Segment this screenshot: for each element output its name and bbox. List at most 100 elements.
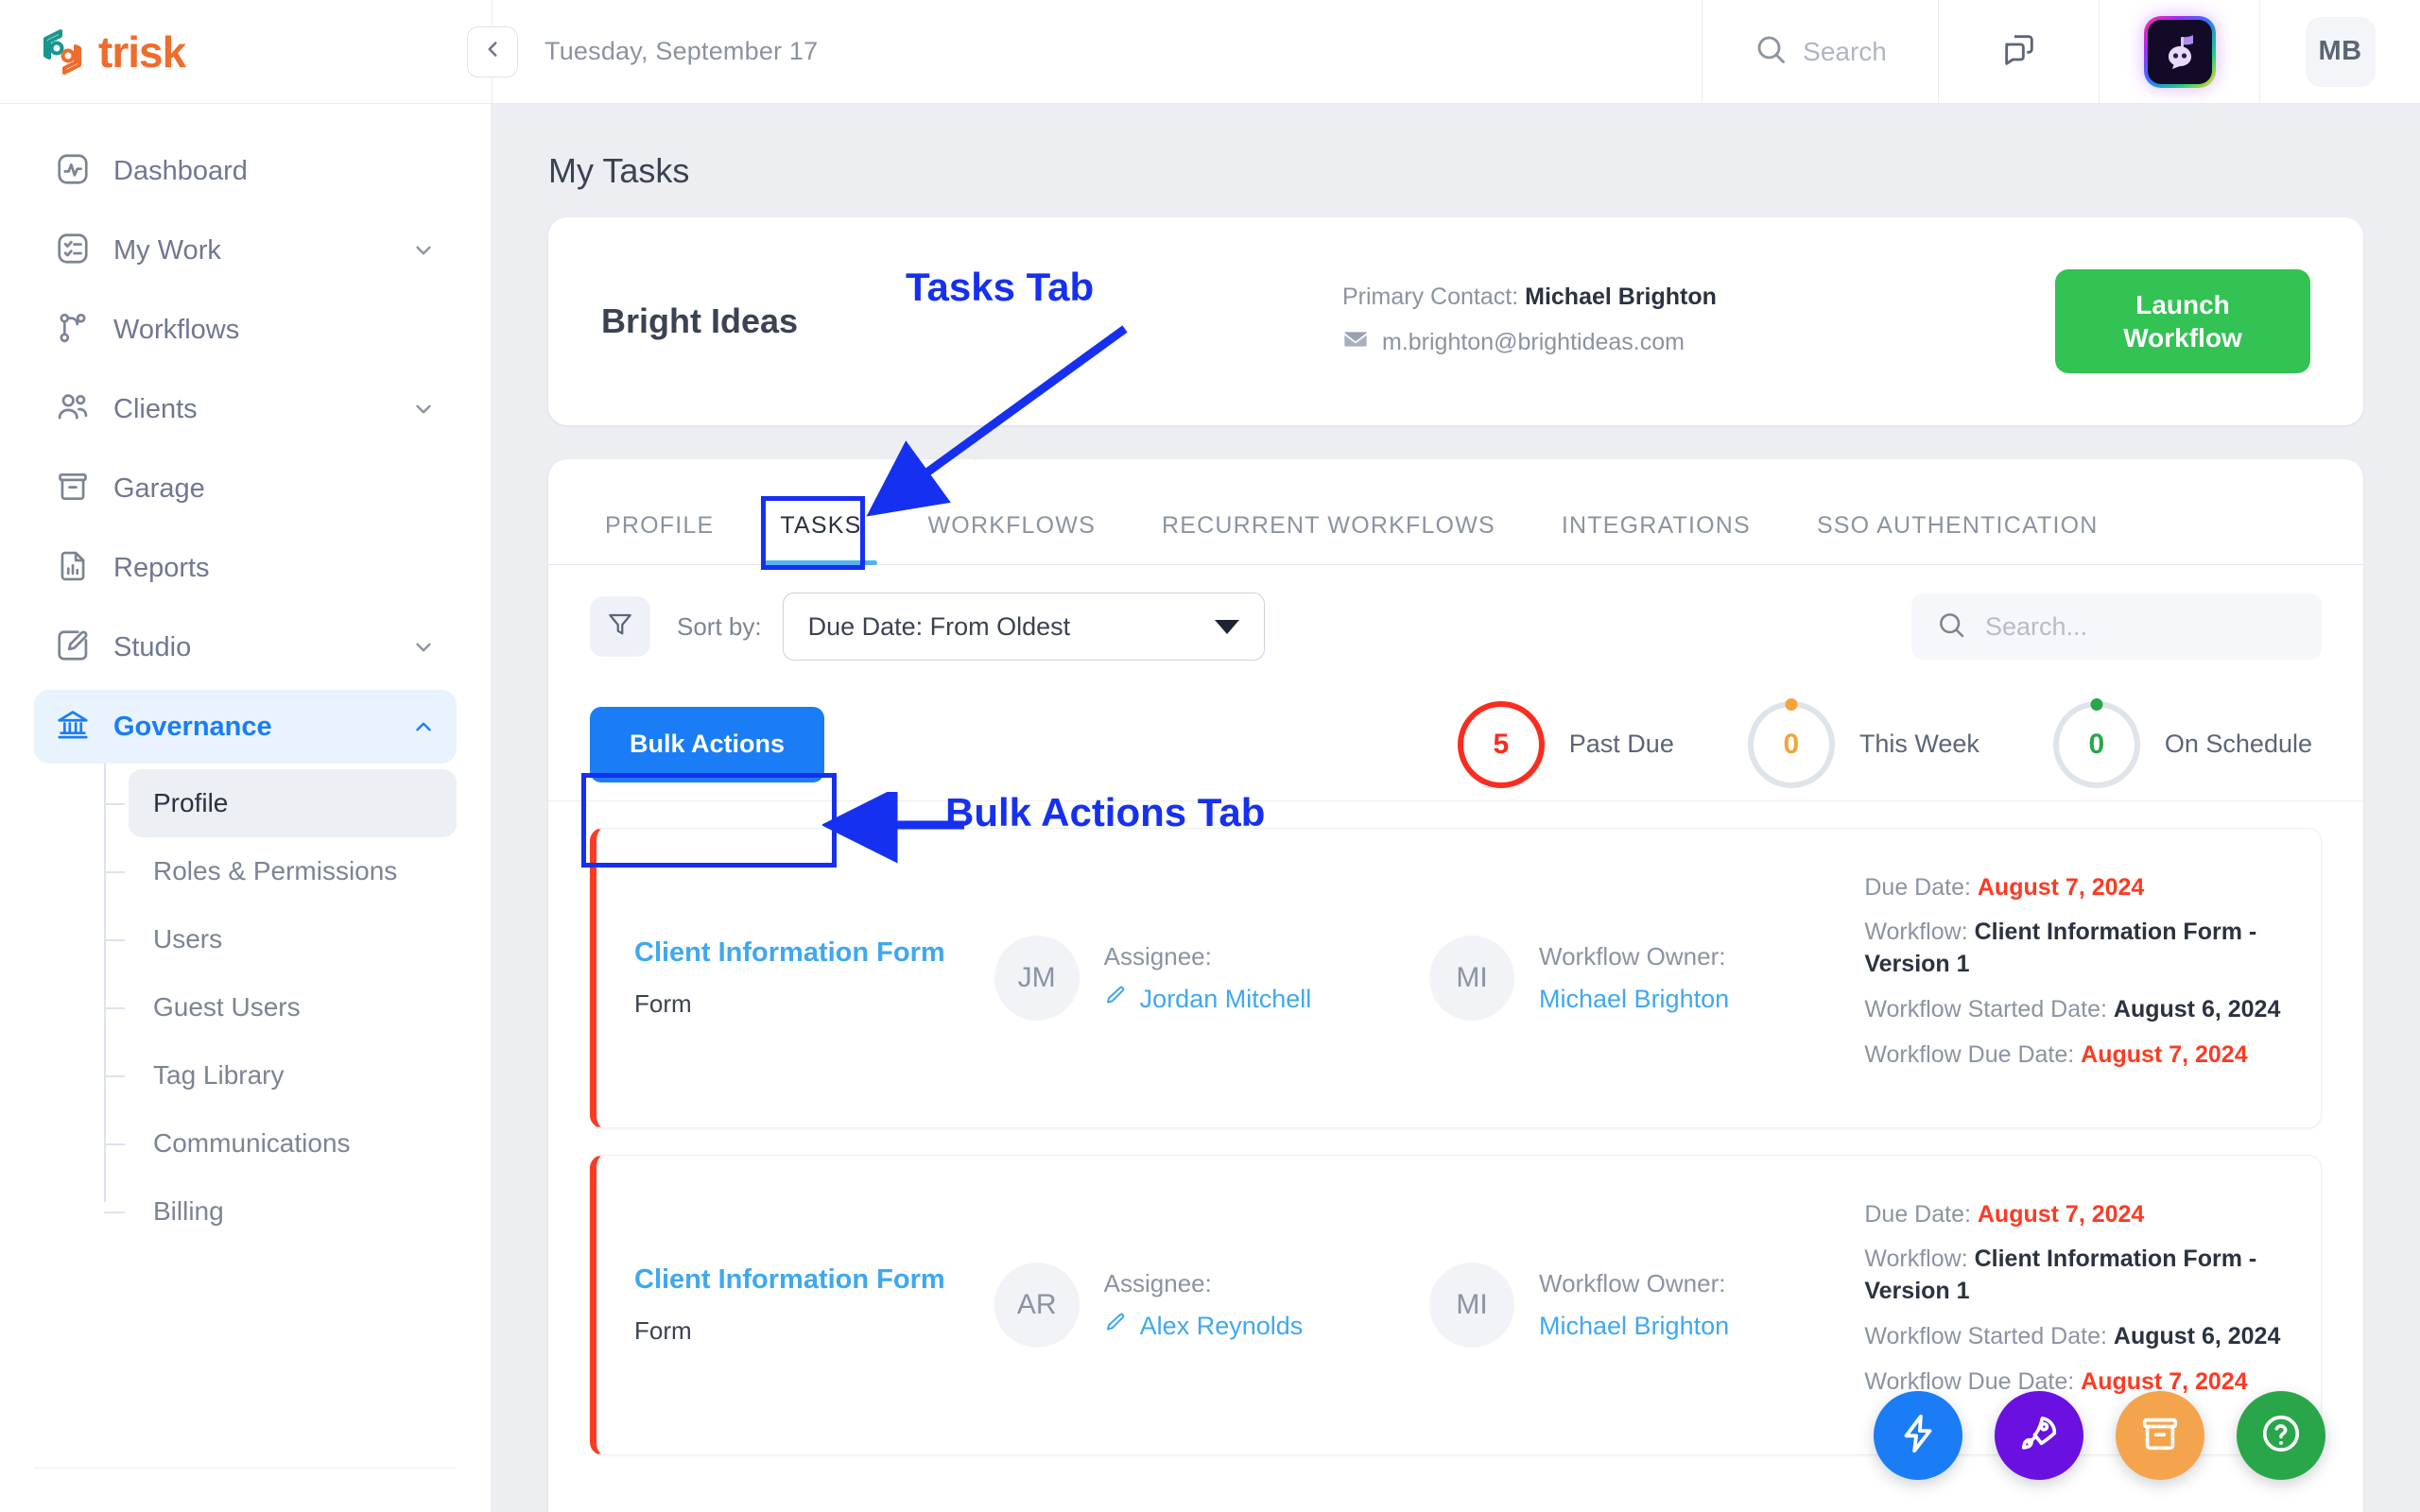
client-email[interactable]: m.brighton@brightideas.com [1382, 329, 1685, 356]
tab-integrations[interactable]: INTEGRATIONS [1547, 512, 1766, 564]
task-details-column: Due Date: August 7, 2024 Workflow: Clien… [1864, 1199, 2283, 1412]
task-title-link[interactable]: Client Information Form [634, 1264, 994, 1296]
status-count: 0 [2088, 728, 2105, 760]
dashboard-pulse-icon [55, 151, 91, 192]
pencil-edit-icon [1104, 1312, 1127, 1341]
task-workflow-label: Workflow: [1864, 1246, 1968, 1273]
avatar: MI [1429, 936, 1515, 1021]
sidebar-subitem-users[interactable]: Users [104, 905, 457, 973]
task-started-row: Workflow Started Date: August 6, 2024 [1864, 1321, 2283, 1353]
task-started-row: Workflow Started Date: August 6, 2024 [1864, 994, 2283, 1026]
chevron-left-icon [480, 37, 505, 66]
sidebar-item-reports[interactable]: Reports [34, 531, 457, 605]
archive-box-icon [2138, 1412, 2182, 1460]
task-owner-block: MI Workflow Owner: Michael Brighton [1429, 1263, 1864, 1348]
launch-workflow-button[interactable]: Launch Workflow [2055, 269, 2310, 373]
ai-assistant-button[interactable] [2099, 0, 2259, 104]
chevron-up-icon[interactable] [411, 714, 436, 739]
sidebar-divider [34, 1468, 457, 1469]
tasks-search-input[interactable] [1985, 611, 2297, 642]
status-dot [2090, 697, 2103, 711]
sidebar-subitem-label: Tag Library [153, 1060, 285, 1090]
sidebar-item-my-work[interactable]: My Work [34, 214, 457, 287]
status-on-schedule[interactable]: 0 On Schedule [2052, 697, 2312, 788]
sidebar-subitem-profile[interactable]: Profile [104, 769, 457, 837]
launch-workflow-label-line2: Workflow [2123, 323, 2242, 352]
sort-by-select[interactable]: Due Date: From Oldest [782, 593, 1265, 661]
bulk-actions-button[interactable]: Bulk Actions [590, 706, 824, 782]
filter-button[interactable] [590, 596, 650, 657]
tab-workflows[interactable]: WORKFLOWS [913, 512, 1111, 564]
assignee-edit-link[interactable]: Alex Reynolds [1104, 1312, 1304, 1341]
help-button[interactable] [2237, 1391, 2325, 1480]
user-menu-button[interactable]: MB [2259, 0, 2420, 104]
primary-contact: Primary Contact: Michael Brighton [1342, 284, 1717, 311]
status-label: Past Due [1568, 730, 1674, 758]
task-type: Form [634, 989, 692, 1018]
owner-link[interactable]: Michael Brighton [1539, 985, 1729, 1014]
status-this-week[interactable]: 0 This Week [1747, 697, 1979, 788]
sidebar-subitem-guest-users[interactable]: Guest Users [104, 973, 457, 1041]
task-title-link[interactable]: Client Information Form [634, 937, 994, 969]
tab-bar: PROFILE TASKS WORKFLOWS RECURRENT WORKFL… [548, 459, 2363, 565]
chat-button[interactable] [1938, 0, 2099, 104]
sidebar-subitem-tag-library[interactable]: Tag Library [104, 1041, 457, 1109]
tab-profile[interactable]: PROFILE [590, 512, 729, 564]
sidebar-item-workflows[interactable]: Workflows [34, 293, 457, 367]
brand-logo[interactable]: trisk [0, 0, 492, 104]
assignee-name: Jordan Mitchell [1139, 985, 1312, 1013]
pencil-edit-icon [1104, 985, 1127, 1014]
sidebar-item-label: Dashboard [113, 155, 248, 186]
client-header-card: Bright Ideas Primary Contact: Michael Br… [548, 217, 2363, 425]
bulk-actions-row: Bulk Actions 5 Past Due 0 This Week 0 On… [548, 688, 2363, 801]
trisk-hexagon-logo-icon [36, 26, 89, 78]
current-date: Tuesday, September 17 [544, 37, 819, 65]
task-started-label: Workflow Started Date: [1864, 995, 2107, 1022]
sidebar-collapse-button[interactable] [467, 26, 518, 77]
task-details-column: Due Date: August 7, 2024 Workflow: Clien… [1864, 872, 2283, 1085]
primary-contact-label: Primary Contact: [1342, 284, 1519, 310]
owner-link[interactable]: Michael Brighton [1539, 1312, 1729, 1341]
tasks-search-box[interactable] [1911, 593, 2322, 660]
main-content: My Tasks Bright Ideas Primary Contact: M… [492, 104, 2420, 1512]
sidebar-subitem-billing[interactable]: Billing [104, 1177, 457, 1246]
tasks-panel: PROFILE TASKS WORKFLOWS RECURRENT WORKFL… [548, 459, 2363, 1512]
bank-institution-icon [55, 707, 91, 747]
task-workflow-due-label: Workflow Due Date: [1864, 1040, 2075, 1068]
quick-action-button[interactable] [1874, 1391, 1962, 1480]
sidebar-subitem-communications[interactable]: Communications [104, 1109, 457, 1177]
sidebar-item-garage[interactable]: Garage [34, 452, 457, 525]
assignee-edit-link[interactable]: Jordan Mitchell [1104, 985, 1312, 1014]
top-bar: trisk Tuesday, September 17 Search MB [0, 0, 2420, 104]
owner-name: Michael Brighton [1539, 1312, 1730, 1340]
chevron-down-icon[interactable] [411, 397, 436, 421]
launch-rocket-button[interactable] [1995, 1391, 2083, 1480]
status-count: 5 [1493, 728, 1510, 760]
tasks-toolbar: Sort by: Due Date: From Oldest [548, 565, 2363, 688]
sidebar-subitem-roles-permissions[interactable]: Roles & Permissions [104, 837, 457, 905]
chevron-down-icon[interactable] [411, 238, 436, 263]
tab-sso-authentication[interactable]: SSO AUTHENTICATION [1802, 512, 2114, 564]
sidebar-item-governance[interactable]: Governance [34, 690, 457, 764]
status-past-due[interactable]: 5 Past Due [1457, 700, 1674, 788]
assignee-name: Alex Reynolds [1139, 1312, 1304, 1340]
task-due-date-label: Due Date: [1864, 873, 1971, 901]
archive-box-icon [55, 469, 91, 509]
sort-by-value: Due Date: From Oldest [807, 611, 1071, 641]
page-title: My Tasks [548, 151, 690, 190]
chevron-down-icon[interactable] [411, 635, 436, 660]
sidebar: Dashboard My Work Workflows Clients Gara… [0, 104, 492, 1512]
tab-tasks[interactable]: TASKS [765, 512, 877, 565]
sidebar-item-clients[interactable]: Clients [34, 372, 457, 446]
task-row[interactable]: Client Information Form Form JM Assignee… [590, 828, 2322, 1128]
sidebar-subitem-label: Communications [153, 1128, 351, 1158]
global-search-button[interactable]: Search [1702, 0, 1938, 104]
tab-recurrent-workflows[interactable]: RECURRENT WORKFLOWS [1147, 512, 1511, 564]
avatar: AR [994, 1263, 1080, 1348]
task-workflow-due-value: August 7, 2024 [2081, 1040, 2248, 1068]
brand-name: trisk [98, 26, 186, 77]
sidebar-item-studio[interactable]: Studio [34, 610, 457, 684]
sidebar-item-dashboard[interactable]: Dashboard [34, 134, 457, 208]
primary-contact-name: Michael Brighton [1525, 284, 1717, 310]
garage-button[interactable] [2116, 1391, 2204, 1480]
